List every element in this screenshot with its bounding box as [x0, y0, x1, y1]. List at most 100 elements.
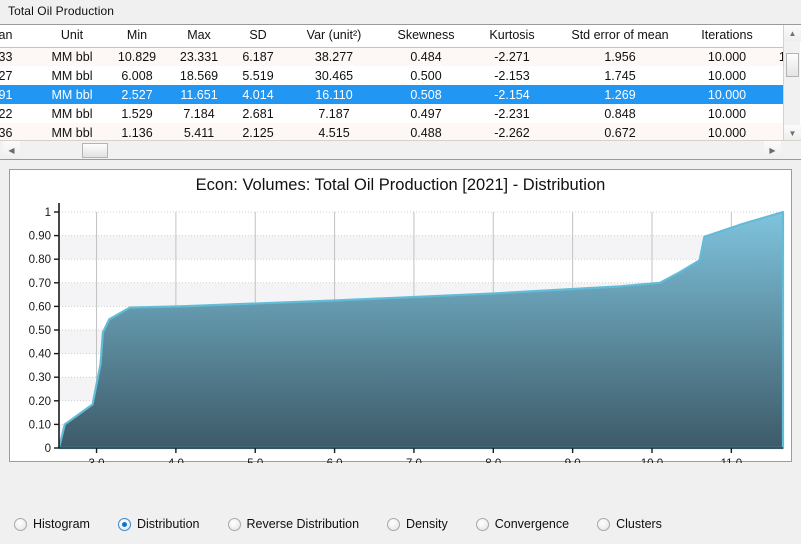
column-header-sd[interactable]: SD [230, 25, 286, 48]
cell-var: 16.110 [286, 85, 382, 104]
y-tick-label: 0.90 [29, 231, 51, 243]
radio-convergence[interactable]: Convergence [475, 517, 570, 531]
column-header-p5[interactable]: P 5 [768, 25, 783, 48]
cell-skew: 0.508 [382, 85, 470, 104]
column-header-skew[interactable]: Skewness [382, 25, 470, 48]
radio-label: Reverse Distribution [246, 517, 360, 531]
cell-mean: 722 [0, 104, 38, 123]
column-header-unit[interactable]: Unit [38, 25, 106, 48]
column-header-iter[interactable]: Iterations [686, 25, 768, 48]
page-title: Total Oil Production [8, 4, 115, 18]
radio-clusters[interactable]: Clusters [597, 517, 662, 531]
cell-sd: 2.681 [230, 104, 286, 123]
x-tick-label: 10.0 [641, 458, 663, 463]
radio-button-icon[interactable] [387, 517, 401, 531]
table-row[interactable]: 091MM bbl2.52711.6514.01416.1100.508-2.1… [0, 85, 783, 104]
column-header-min[interactable]: Min [106, 25, 168, 48]
column-header-var[interactable]: Var (unit²) [286, 25, 382, 48]
y-tick-label: 0.40 [29, 349, 51, 361]
y-tick-label: 0.60 [29, 301, 51, 313]
radio-density[interactable]: Density [387, 517, 448, 531]
cell-sd: 6.187 [230, 47, 286, 66]
radio-distribution[interactable]: Distribution [117, 517, 200, 531]
cell-p5: 2.527 [768, 85, 783, 104]
table-scroll-viewport[interactable]: eanUnitMinMaxSDVar (unit²)SkewnessKurtos… [0, 25, 783, 141]
cell-max: 11.651 [168, 85, 230, 104]
cell-iter: 10.000 [686, 123, 768, 141]
cell-sd: 5.519 [230, 66, 286, 85]
radio-label: Distribution [136, 517, 200, 531]
cell-var: 7.187 [286, 104, 382, 123]
cell-var: 4.515 [286, 123, 382, 141]
vertical-scroll-thumb[interactable] [786, 53, 799, 77]
cell-kurt: -2.262 [470, 123, 554, 141]
radio-button-icon[interactable] [475, 517, 489, 531]
cell-unit: MM bbl [38, 104, 106, 123]
y-tick-label: 1 [45, 207, 51, 219]
cell-see: 1.745 [554, 66, 686, 85]
radio-button-icon[interactable] [117, 517, 131, 531]
column-header-see[interactable]: Std error of mean [554, 25, 686, 48]
radio-label: Convergence [494, 517, 570, 531]
statistics-table-panel: eanUnitMinMaxSDVar (unit²)SkewnessKurtos… [0, 24, 801, 160]
cell-min: 1.529 [106, 104, 168, 123]
cell-max: 18.569 [168, 66, 230, 85]
radio-label: Histogram [33, 517, 90, 531]
cell-skew: 0.500 [382, 66, 470, 85]
x-tick-label: 8.0 [485, 458, 501, 463]
cell-mean: 833 [0, 47, 38, 66]
horizontal-scroll-thumb[interactable] [82, 143, 108, 158]
cell-skew: 0.497 [382, 104, 470, 123]
cell-sd: 2.125 [230, 123, 286, 141]
view-mode-radio-group[interactable]: Histogram Distribution Reverse Distributio… [14, 512, 690, 536]
radio-histogram[interactable]: Histogram [14, 517, 90, 531]
column-header-mean[interactable]: ean [0, 25, 38, 48]
cell-skew: 0.484 [382, 47, 470, 66]
statistics-table: eanUnitMinMaxSDVar (unit²)SkewnessKurtos… [0, 25, 783, 141]
y-tick-label: 0 [45, 443, 51, 455]
cell-unit: MM bbl [38, 85, 106, 104]
scroll-up-icon[interactable]: ▲ [784, 25, 801, 41]
x-tick-label: 9.0 [565, 458, 581, 463]
radio-label: Density [406, 517, 448, 531]
table-horizontal-scrollbar[interactable]: ◀ ▶ [0, 140, 801, 159]
cell-see: 0.672 [554, 123, 686, 141]
cell-max: 23.331 [168, 47, 230, 66]
cell-min: 10.829 [106, 47, 168, 66]
table-vertical-scrollbar[interactable]: ▲ ▼ [783, 25, 801, 141]
x-tick-label: 7.0 [406, 458, 422, 463]
scroll-down-icon[interactable]: ▼ [784, 125, 801, 141]
table-row[interactable]: 227MM bbl6.00818.5695.51930.4650.500-2.1… [0, 66, 783, 85]
y-tick-label: 0.50 [29, 325, 51, 337]
column-header-kurt[interactable]: Kurtosis [470, 25, 554, 48]
cell-min: 2.527 [106, 85, 168, 104]
radio-label: Clusters [616, 517, 662, 531]
radio-button-icon[interactable] [227, 517, 241, 531]
cell-min: 6.008 [106, 66, 168, 85]
cell-max: 7.184 [168, 104, 230, 123]
y-tick-label: 0.80 [29, 254, 51, 266]
cell-p5: 6.008 [768, 66, 783, 85]
scroll-right-icon[interactable]: ▶ [764, 141, 781, 159]
cell-sd: 4.014 [230, 85, 286, 104]
scroll-left-icon[interactable]: ◀ [3, 141, 20, 159]
table-row[interactable]: 833MM bbl10.82923.3316.18738.2770.484-2.… [0, 47, 783, 66]
radio-button-icon[interactable] [14, 517, 27, 531]
y-tick-label: 0.10 [29, 419, 51, 431]
x-tick-label: 3.0 [89, 458, 105, 463]
radio-reverse-distribution[interactable]: Reverse Distribution [227, 517, 360, 531]
cell-see: 1.269 [554, 85, 686, 104]
column-header-max[interactable]: Max [168, 25, 230, 48]
table-row[interactable]: 722MM bbl1.5297.1842.6817.1870.497-2.231… [0, 104, 783, 123]
distribution-chart[interactable]: 0 0.10 0.20 0.30 0.40 0.50 0.60 0.70 0.80 0.90 1 3.… [10, 170, 793, 463]
cell-p5: 10.829 [768, 47, 783, 66]
cell-kurt: -2.231 [470, 104, 554, 123]
radio-button-icon[interactable] [597, 517, 611, 531]
distribution-chart-card: Econ: Volumes: Total Oil Production [202… [9, 169, 793, 463]
table-row[interactable]: 836MM bbl1.1365.4112.1254.5150.488-2.262… [0, 123, 783, 141]
cell-see: 1.956 [554, 47, 686, 66]
plot-band [59, 235, 783, 260]
cell-kurt: -2.153 [470, 66, 554, 85]
cell-p5: 1.529 [768, 104, 783, 123]
cell-iter: 10.000 [686, 47, 768, 66]
